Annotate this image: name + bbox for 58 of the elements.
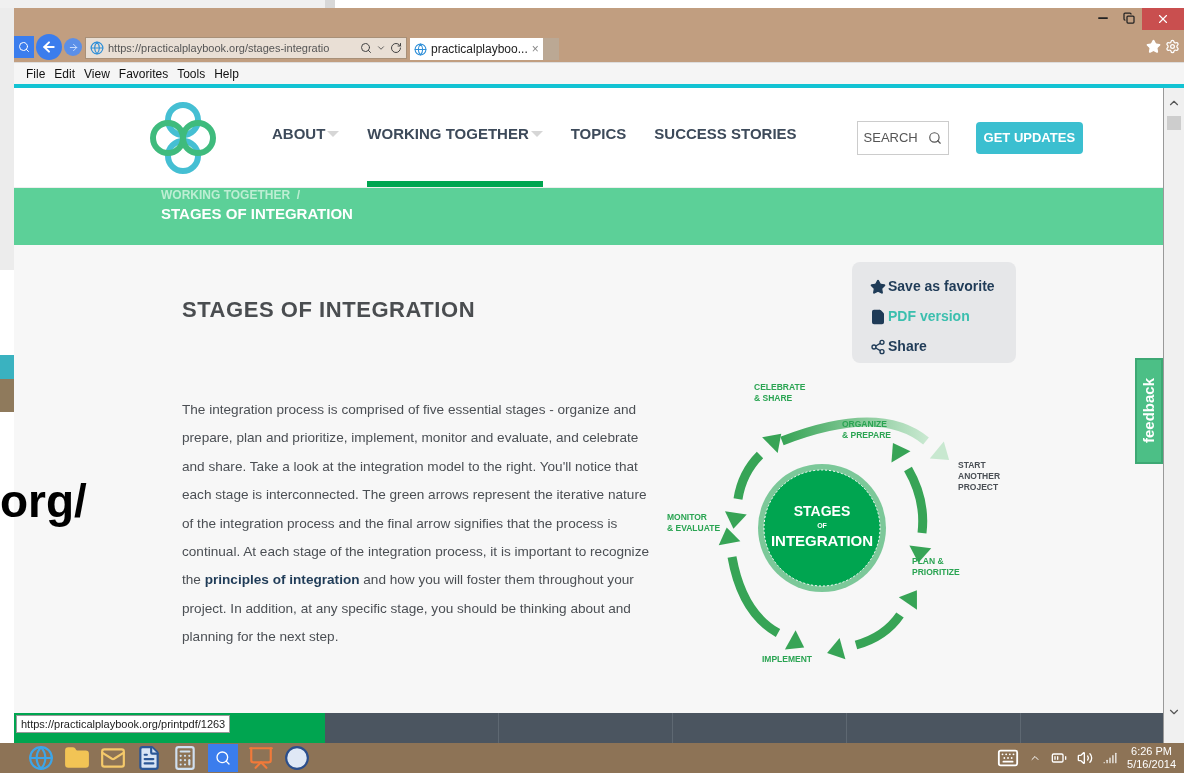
- restore-icon: [1123, 12, 1135, 24]
- calculator-icon[interactable]: [172, 745, 198, 771]
- breadcrumb-current: STAGES OF INTEGRATION: [161, 204, 354, 224]
- nav-tab[interactable]: SUCCESS STORIES: [654, 88, 797, 187]
- page-title: STAGES OF INTEGRATION: [182, 296, 477, 324]
- app-button[interactable]: [14, 36, 34, 58]
- menu-item[interactable]: Tools: [177, 64, 206, 83]
- menu-item[interactable]: File: [26, 64, 46, 83]
- nav-tab[interactable]: ABOUT: [272, 88, 340, 187]
- document-icon: [870, 308, 886, 325]
- stage-label: ORGANIZE & PREPARE: [842, 419, 891, 440]
- menu-item[interactable]: Favorites: [118, 64, 169, 83]
- folder-icon[interactable]: [64, 745, 90, 771]
- search-icon: [215, 750, 231, 766]
- body-paragraph: The integration process is comprised of five essential stages - organize and prepare, plan and prioritize, implement, monitor and evaluate, and celebrate and share. Take a look at the integration model to the right. You'll notice that each stage is interconnected. The green arrows represent the iterative nature of the integration process and the final arrow signifies that the process is continual. At each stage of the integration process, it is important to recognize the principles of integration and how you will foster them throughout your project. In addition, at any specific stage, you should be thinking about and planning for the next step.: [182, 401, 650, 647]
- caret-icon[interactable]: [376, 43, 386, 53]
- settings-icon[interactable]: [1165, 39, 1180, 54]
- address-field[interactable]: https://practicalplaybook.org/stages-integratio: [85, 37, 407, 59]
- signal-icon[interactable]: [1103, 751, 1118, 765]
- keyboard-icon[interactable]: [997, 747, 1020, 769]
- search-icon[interactable]: [360, 42, 372, 54]
- stage-label: START ANOTHER PROJECT: [958, 460, 1001, 492]
- browser-icon: [414, 42, 427, 56]
- stage-label: IMPLEMENT: [762, 654, 813, 664]
- menu-item[interactable]: View: [84, 64, 110, 83]
- action-link[interactable]: Save as favorite: [888, 276, 995, 297]
- browser-icon: [90, 41, 104, 55]
- forward-arrow-icon: [67, 41, 79, 53]
- app-button[interactable]: [208, 744, 238, 772]
- forward-button[interactable]: [64, 38, 82, 56]
- battery-icon[interactable]: [1051, 750, 1068, 766]
- principles-link[interactable]: principles of integration: [204, 572, 360, 588]
- menu-item[interactable]: Edit: [54, 64, 76, 83]
- clock[interactable]: 6:26 PM 5/16/2014: [1127, 745, 1184, 771]
- search-field[interactable]: SEARCH: [856, 120, 949, 155]
- back-button[interactable]: [36, 34, 62, 60]
- search-icon: [927, 130, 942, 145]
- close-icon: [1156, 12, 1170, 26]
- browser-tab[interactable]: practicalplayboo... ×: [410, 38, 543, 60]
- stage-label: CELEBRATE & SHARE: [754, 382, 806, 403]
- favorites-star-icon[interactable]: [1146, 39, 1161, 54]
- share-icon: [870, 338, 886, 355]
- star-icon: [870, 278, 886, 295]
- close-button[interactable]: [1142, 8, 1184, 30]
- action-link[interactable]: Share: [888, 336, 927, 357]
- speaker-icon[interactable]: [1077, 750, 1094, 766]
- tab-close-button[interactable]: ×: [531, 40, 539, 58]
- scrollbar-thumb[interactable]: [1167, 116, 1181, 130]
- logo-icon[interactable]: [150, 99, 216, 176]
- stage-label: MONITOR & EVALUATE: [667, 512, 721, 533]
- search-icon: [18, 41, 30, 53]
- refresh-icon[interactable]: [390, 42, 402, 54]
- menu-item[interactable]: Help: [214, 64, 239, 83]
- mail-icon[interactable]: [100, 745, 126, 771]
- document-icon[interactable]: [136, 745, 162, 771]
- browser-icon[interactable]: [28, 745, 54, 771]
- nav-tab[interactable]: TOPICS: [570, 88, 627, 187]
- compass-icon[interactable]: [284, 745, 310, 771]
